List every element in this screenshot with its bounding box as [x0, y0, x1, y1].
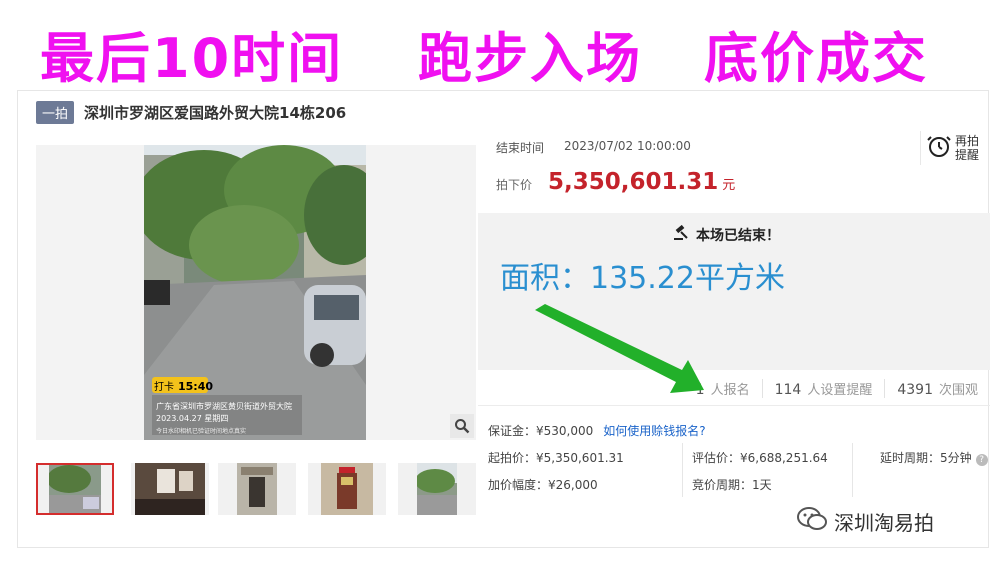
watermark: 深圳淘易拍 [796, 505, 934, 538]
divider [682, 443, 683, 497]
banner-text-1: 最后10时间 [40, 27, 344, 90]
start-price: 起拍价：¥5,350,601.31 [488, 451, 624, 465]
remind-stat-label: 人设置提醒 [807, 383, 873, 398]
view-label: 次围观 [938, 383, 978, 398]
banner-text-3: 底价成交 [704, 27, 928, 90]
title-row: 一拍 深圳市罗湖区爱国路外贸大院14栋206 [36, 101, 346, 124]
deposit-row: 保证金：¥530,000 如何使用赊钱报名? [488, 422, 706, 439]
property-photo: 打卡 15:40 广东省深圳市罗湖区黄贝街道外贸大院 2023.04.27 星期… [144, 145, 366, 440]
banner-text-2: 跑步入场 [418, 27, 642, 90]
remind-button[interactable]: 再拍提醒 [920, 131, 981, 165]
price-row: 拍下价 5,350,601.31 元 [496, 169, 735, 195]
signup-count: 1 [695, 382, 705, 398]
zoom-icon[interactable] [450, 414, 474, 438]
thumbnail-4[interactable] [308, 463, 386, 515]
price-unit: 元 [722, 178, 736, 193]
help-icon[interactable]: ? [975, 454, 988, 466]
photo-address: 广东省深圳市罗湖区黄贝街道外贸大院 [156, 401, 292, 411]
thumbnail-5[interactable] [398, 463, 476, 515]
bid-cycle: 竞价周期：1天 [692, 478, 772, 492]
divider [852, 443, 853, 497]
remind-count: 114 [774, 382, 802, 398]
stats-row: 1 人报名 114 人设置提醒 4391 次围观 [478, 372, 990, 406]
gavel-icon [674, 224, 690, 245]
thumbnail-2[interactable] [131, 463, 209, 515]
price-label: 拍下价 [496, 178, 533, 192]
thumbnail-1[interactable] [36, 463, 114, 515]
listing-title: 深圳市罗湖区爱国路外贸大院14栋206 [84, 104, 347, 122]
watermark-text: 深圳淘易拍 [834, 511, 934, 535]
signup-label: 人报名 [710, 383, 750, 398]
view-count: 4391 [897, 382, 933, 398]
terms-grid: 起拍价：¥5,350,601.31 评估价：¥6,688,251.64 延时周期… [488, 446, 988, 496]
promo-banner: 最后10时间 跑步入场 底价成交 [0, 0, 992, 90]
final-price: 5,350,601.31 [548, 169, 719, 195]
bid-increment: 加价幅度：¥26,000 [488, 478, 598, 492]
alarm-clock-icon [927, 133, 951, 163]
end-time-label: 结束时间 [496, 141, 545, 155]
area-overlay-text: 面积：135.22平方米 [500, 261, 785, 296]
deposit-help-link[interactable]: 如何使用赊钱报名? [603, 422, 705, 439]
end-time-row: 结束时间 2023/07/02 10:00:00 [496, 139, 691, 156]
delay-period: 延时周期：5分钟? [880, 449, 988, 466]
deposit-value: 保证金：¥530,000 [488, 424, 594, 438]
remind-stat: 114 人设置提醒 [761, 379, 885, 398]
status-box: 本场已结束！ 面积：135.22平方米 [478, 213, 990, 370]
signup-stat: 1 人报名 [684, 379, 762, 398]
photo-footer: 今日水印相机已验证时间地点真实 [156, 427, 246, 435]
auction-round-tag: 一拍 [36, 101, 75, 124]
thumbnail-strip [36, 461, 476, 517]
appraisal-price: 评估价：¥6,688,251.64 [692, 451, 828, 465]
wechat-icon [796, 505, 828, 538]
main-image-viewer[interactable]: 打卡 15:40 广东省深圳市罗湖区黄贝街道外贸大院 2023.04.27 星期… [36, 145, 476, 440]
end-time-value: 2023/07/02 10:00:00 [564, 139, 691, 153]
photo-stamp-time: 15:40 [178, 380, 213, 393]
status-text: 本场已结束！ [696, 228, 780, 244]
thumbnail-3[interactable] [218, 463, 296, 515]
delay-period-text: 延时周期：5分钟 [880, 451, 972, 465]
view-stat: 4391 次围观 [884, 379, 990, 398]
auction-panel: 一拍 深圳市罗湖区爱国路外贸大院14栋206 打卡 15:40 广东省深圳市罗湖… [17, 90, 990, 548]
status-title: 本场已结束！ [674, 224, 780, 245]
remind-label: 再拍提醒 [955, 134, 980, 162]
photo-stamp-label: 打卡 [154, 380, 174, 393]
photo-date: 2023.04.27 星期四 [156, 414, 228, 423]
